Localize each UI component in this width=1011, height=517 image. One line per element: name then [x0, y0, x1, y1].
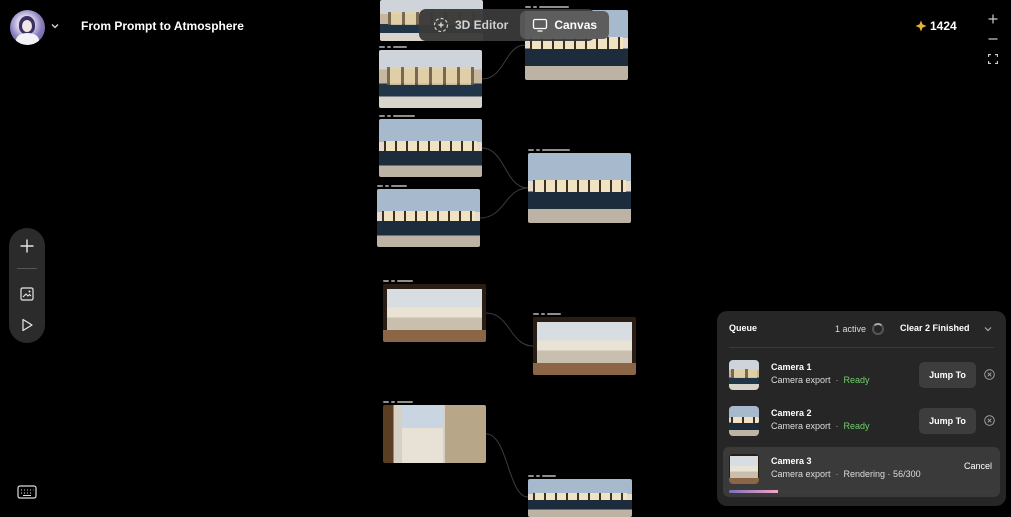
node-caption	[528, 474, 556, 478]
canvas-node[interactable]	[379, 115, 482, 177]
canvas-node[interactable]	[528, 149, 631, 223]
queue-item-type: Camera export	[771, 469, 831, 479]
render-progress-bar	[729, 490, 994, 493]
close-circle-icon[interactable]	[984, 415, 995, 426]
chevron-down-icon[interactable]	[983, 324, 993, 334]
node-caption	[383, 279, 413, 283]
queue-item-name: Camera 3	[771, 456, 812, 466]
node-caption	[533, 312, 561, 316]
zoom-out-button[interactable]	[984, 30, 1002, 48]
toolbar-divider	[17, 268, 37, 269]
chevron-down-icon[interactable]	[50, 21, 60, 31]
queue-item-details: Camera export · Ready	[771, 421, 870, 431]
tab-label: Canvas	[554, 18, 598, 32]
queue-item-status: Ready	[843, 375, 870, 385]
tab-label: 3D Editor	[455, 18, 509, 32]
image-tool-button[interactable]	[17, 284, 37, 304]
mode-toggle: 3D Editor Canvas	[419, 9, 610, 41]
queue-thumbnail	[729, 454, 759, 484]
clear-finished-button[interactable]: Clear 2 Finished	[900, 323, 970, 333]
queue-item-status: Rendering · 56/300	[843, 469, 921, 479]
plus-icon	[988, 14, 998, 24]
queue-item-details: Camera export · Ready	[771, 375, 870, 385]
render-progress-fill	[729, 490, 779, 493]
node-caption	[379, 45, 407, 49]
node-caption	[383, 400, 413, 404]
jump-to-button[interactable]: Jump To	[919, 362, 976, 388]
canvas-node[interactable]	[528, 475, 632, 517]
node-image	[533, 317, 636, 375]
zoom-in-button[interactable]	[984, 10, 1002, 28]
tab-3d-editor[interactable]: 3D Editor	[421, 11, 520, 39]
cancel-button[interactable]: Cancel	[964, 461, 992, 471]
canvas-node[interactable]	[383, 401, 486, 463]
node-image	[379, 50, 482, 108]
node-image	[383, 405, 486, 463]
queue-thumbnail	[729, 406, 759, 436]
queue-item: Camera 1 Camera export · Ready Jump To	[723, 353, 1000, 399]
canvas-node[interactable]	[533, 313, 636, 375]
queue-panel: Queue 1 active Clear 2 Finished Camera 1…	[717, 311, 1006, 506]
play-icon	[22, 318, 33, 332]
project-title[interactable]: From Prompt to Atmosphere	[81, 19, 244, 33]
minus-icon	[988, 38, 998, 40]
node-image	[528, 153, 631, 223]
queue-item-type: Camera export	[771, 421, 831, 431]
zoom-controls	[984, 10, 1002, 70]
queue-item-name: Camera 1	[771, 362, 812, 372]
queue-active-status: 1 active	[835, 323, 885, 335]
node-caption	[528, 148, 570, 152]
queue-item-type: Camera export	[771, 375, 831, 385]
node-caption	[377, 184, 407, 188]
fit-screen-button[interactable]	[984, 50, 1002, 68]
close-circle-icon[interactable]	[984, 369, 995, 380]
cube-sparkle-icon	[433, 17, 449, 33]
queue-title: Queue	[729, 323, 758, 333]
queue-thumbnail	[729, 360, 759, 390]
node-image	[377, 189, 480, 247]
credits-badge[interactable]: 1424	[915, 19, 957, 33]
queue-item: Camera 2 Camera export · Ready Jump To	[723, 399, 1000, 445]
fit-screen-icon	[988, 54, 998, 64]
queue-item-details: Camera export · Rendering · 56/300	[771, 469, 921, 479]
jump-to-button[interactable]: Jump To	[919, 408, 976, 434]
monitor-icon	[533, 18, 548, 32]
keyboard-icon[interactable]	[17, 484, 37, 500]
avatar[interactable]	[10, 10, 45, 45]
left-toolbar	[9, 228, 45, 343]
diamond-icon	[915, 20, 927, 32]
canvas-node[interactable]	[379, 46, 482, 108]
play-button[interactable]	[17, 315, 37, 335]
image-frame-icon	[20, 287, 34, 301]
queue-item-status: Ready	[843, 421, 870, 431]
queue-item-name: Camera 2	[771, 408, 812, 418]
node-image	[528, 479, 632, 517]
queue-divider	[729, 347, 994, 348]
active-count: 1 active	[835, 324, 867, 334]
plus-icon	[20, 239, 34, 253]
node-image	[379, 119, 482, 177]
spinner-icon	[872, 323, 885, 335]
canvas-node[interactable]	[383, 280, 486, 342]
node-caption	[379, 114, 415, 118]
tab-canvas[interactable]: Canvas	[520, 11, 610, 39]
node-image	[383, 284, 486, 342]
add-button[interactable]	[17, 236, 37, 256]
credits-count: 1424	[930, 19, 957, 33]
canvas-node[interactable]	[377, 185, 480, 247]
